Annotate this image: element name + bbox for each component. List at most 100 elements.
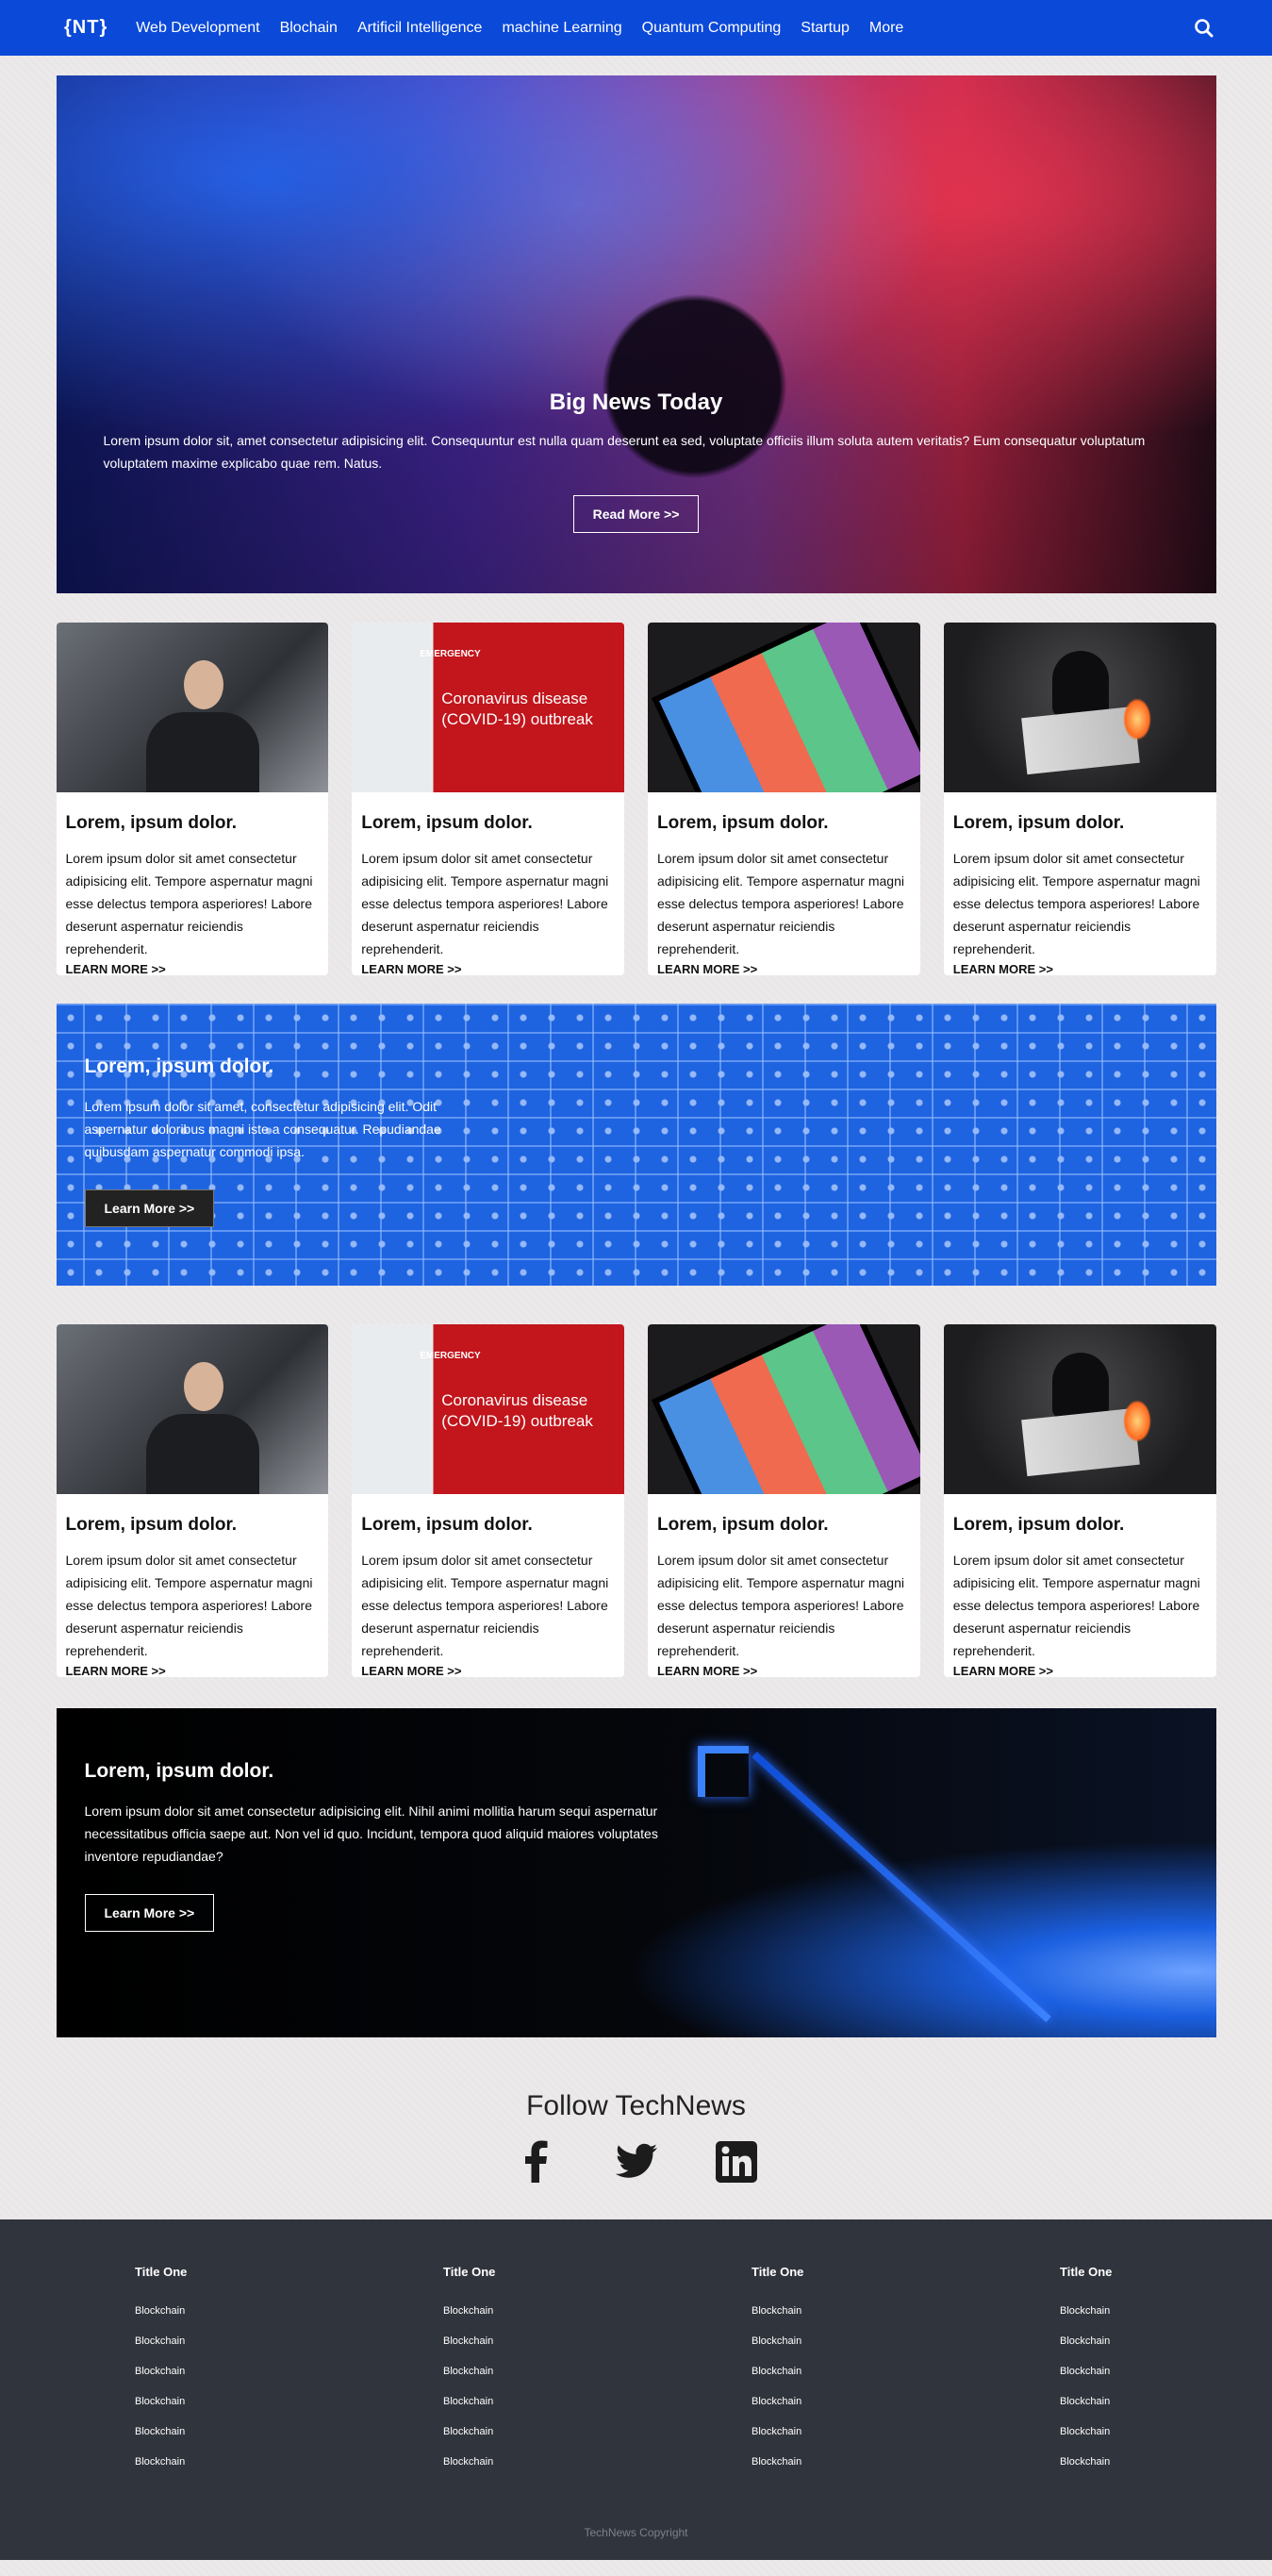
card-title: Lorem, ipsum dolor.	[361, 1515, 533, 1535]
follow-section: Follow TechNews	[57, 2090, 1216, 2219]
sign-label: EMERGENCY	[420, 1351, 481, 1361]
card-image-covid-sign: EMERGENCY Coronavirus disease (COVID-19)…	[352, 1324, 624, 1494]
news-card[interactable]: Lorem, ipsum dolor. Lorem ipsum dolor si…	[56, 623, 329, 975]
news-card[interactable]: Lorem, ipsum dolor. Lorem ipsum dolor si…	[943, 623, 1216, 975]
sign-label: EMERGENCY	[420, 649, 481, 659]
card-image-speaker	[56, 1324, 329, 1494]
card-title: Lorem, ipsum dolor.	[65, 813, 238, 833]
card-image-hacker	[943, 623, 1216, 792]
card-title: Lorem, ipsum dolor.	[361, 813, 533, 833]
footer-column-title: Title One	[135, 2265, 188, 2279]
nav-link-ai[interactable]: Artificil Intelligence	[357, 20, 483, 37]
sign-text: Coronavirus disease (COVID-19) outbreak	[441, 690, 593, 728]
hero-title: Big News Today	[549, 390, 723, 415]
card-text: Lorem ipsum dolor sit amet consectetur a…	[657, 851, 904, 956]
footer-link[interactable]: Blockchain	[752, 2326, 846, 2356]
footer-link[interactable]: Blockchain	[135, 2296, 229, 2326]
learn-more-link[interactable]: LEARN MORE >>	[66, 962, 166, 975]
news-card[interactable]: Lorem, ipsum dolor. Lorem ipsum dolor si…	[56, 1324, 329, 1677]
nav-link-quantum-computing[interactable]: Quantum Computing	[642, 20, 782, 37]
promo-text: Lorem ipsum dolor sit amet, consectetur …	[84, 1099, 441, 1159]
footer-link[interactable]: Blockchain	[752, 2447, 846, 2477]
card-image-covid-sign: EMERGENCY Coronavirus disease (COVID-19)…	[352, 623, 624, 792]
card-image-tablet	[648, 1324, 920, 1494]
sign-text: Coronavirus disease (COVID-19) outbreak	[441, 1391, 593, 1430]
learn-more-link[interactable]: LEARN MORE >>	[657, 962, 757, 975]
card-image-tablet	[648, 623, 920, 792]
footer-column: Title One Blockchain Blockchain Blockcha…	[752, 2265, 846, 2477]
card-title: Lorem, ipsum dolor.	[657, 813, 829, 833]
footer-link[interactable]: Blockchain	[1060, 2417, 1154, 2447]
social-links	[57, 2137, 1216, 2186]
footer-link[interactable]: Blockchain	[443, 2386, 537, 2417]
nav-links: Web Development Blochain Artificil Intel…	[136, 20, 923, 37]
footer-link[interactable]: Blockchain	[135, 2356, 229, 2386]
follow-title: Follow TechNews	[526, 2090, 746, 2121]
site-footer: Title One Blockchain Blockchain Blockcha…	[0, 2219, 1272, 2560]
promo-title: Lorem, ipsum dolor.	[84, 1055, 274, 1077]
footer-column-title: Title One	[443, 2265, 496, 2279]
news-card[interactable]: Lorem, ipsum dolor. Lorem ipsum dolor si…	[943, 1324, 1216, 1677]
footer-link[interactable]: Blockchain	[752, 2386, 846, 2417]
nav-link-machine-learning[interactable]: machine Learning	[502, 20, 621, 37]
promo-learn-more-button[interactable]: Learn More >>	[84, 1189, 215, 1227]
footer-link[interactable]: Blockchain	[135, 2447, 229, 2477]
search-icon[interactable]	[1193, 17, 1215, 40]
news-card[interactable]: EMERGENCY Coronavirus disease (COVID-19)…	[352, 623, 624, 975]
footer-link[interactable]: Blockchain	[443, 2296, 537, 2326]
linkedin-icon[interactable]	[712, 2137, 761, 2186]
arrow-graphic	[751, 1752, 1051, 2023]
promo-learn-more-button[interactable]: Learn More >>	[84, 1894, 215, 1932]
footer-link[interactable]: Blockchain	[1060, 2356, 1154, 2386]
footer-link[interactable]: Blockchain	[1060, 2447, 1154, 2477]
footer-link[interactable]: Blockchain	[135, 2386, 229, 2417]
nav-link-web-development[interactable]: Web Development	[136, 20, 259, 37]
learn-more-link[interactable]: LEARN MORE >>	[657, 1664, 757, 1677]
promo-text: Lorem ipsum dolor sit amet consectetur a…	[84, 1803, 658, 1864]
twitter-icon[interactable]	[612, 2137, 661, 2186]
card-title: Lorem, ipsum dolor.	[65, 1515, 238, 1535]
facebook-icon[interactable]	[512, 2137, 561, 2186]
card-image-hacker	[943, 1324, 1216, 1494]
footer-link[interactable]: Blockchain	[443, 2447, 537, 2477]
copyright-text: TechNews Copyright	[584, 2526, 688, 2539]
footer-link[interactable]: Blockchain	[443, 2326, 537, 2356]
footer-column: Title One Blockchain Blockchain Blockcha…	[443, 2265, 537, 2477]
arrow-promo-banner: Lorem, ipsum dolor. Lorem ipsum dolor si…	[56, 1708, 1216, 2037]
footer-link[interactable]: Blockchain	[752, 2356, 846, 2386]
footer-column-title: Title One	[752, 2265, 804, 2279]
card-text: Lorem ipsum dolor sit amet consectetur a…	[952, 851, 1200, 956]
card-text: Lorem ipsum dolor sit amet consectetur a…	[361, 1553, 609, 1658]
learn-more-link[interactable]: LEARN MORE >>	[66, 1664, 166, 1677]
hero-content: Big News Today Lorem ipsum dolor sit, am…	[104, 390, 1169, 533]
card-image-speaker	[56, 623, 329, 792]
footer-link[interactable]: Blockchain	[443, 2356, 537, 2386]
learn-more-link[interactable]: LEARN MORE >>	[953, 962, 1053, 975]
footer-link[interactable]: Blockchain	[752, 2296, 846, 2326]
learn-more-link[interactable]: LEARN MORE >>	[361, 962, 461, 975]
news-card[interactable]: Lorem, ipsum dolor. Lorem ipsum dolor si…	[648, 1324, 920, 1677]
footer-link[interactable]: Blockchain	[135, 2417, 229, 2447]
card-text: Lorem ipsum dolor sit amet consectetur a…	[65, 1553, 313, 1658]
footer-link[interactable]: Blockchain	[1060, 2386, 1154, 2417]
footer-link[interactable]: Blockchain	[135, 2326, 229, 2356]
footer-column-title: Title One	[1060, 2265, 1113, 2279]
footer-link[interactable]: Blockchain	[752, 2417, 846, 2447]
news-card[interactable]: Lorem, ipsum dolor. Lorem ipsum dolor si…	[648, 623, 920, 975]
footer-link[interactable]: Blockchain	[443, 2417, 537, 2447]
learn-more-link[interactable]: LEARN MORE >>	[361, 1664, 461, 1677]
nav-link-blochain[interactable]: Blochain	[280, 20, 338, 37]
nav-link-startup[interactable]: Startup	[801, 20, 850, 37]
news-card[interactable]: EMERGENCY Coronavirus disease (COVID-19)…	[352, 1324, 624, 1677]
learn-more-link[interactable]: LEARN MORE >>	[953, 1664, 1053, 1677]
card-text: Lorem ipsum dolor sit amet consectetur a…	[657, 1553, 904, 1658]
site-logo[interactable]: {NT}	[64, 17, 107, 39]
card-title: Lorem, ipsum dolor.	[952, 813, 1125, 833]
footer-link[interactable]: Blockchain	[1060, 2326, 1154, 2356]
card-text: Lorem ipsum dolor sit amet consectetur a…	[952, 1553, 1200, 1658]
promo-title: Lorem, ipsum dolor.	[84, 1760, 274, 1782]
hero-read-more-button[interactable]: Read More >>	[572, 495, 700, 533]
footer-link[interactable]: Blockchain	[1060, 2296, 1154, 2326]
nav-link-more[interactable]: More	[869, 20, 903, 37]
hero-text: Lorem ipsum dolor sit, amet consectetur …	[103, 433, 1146, 471]
